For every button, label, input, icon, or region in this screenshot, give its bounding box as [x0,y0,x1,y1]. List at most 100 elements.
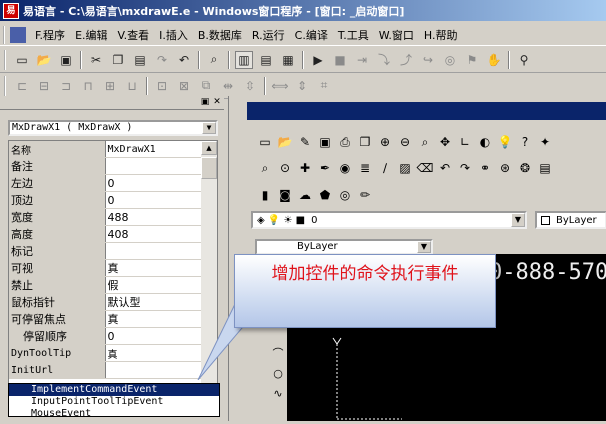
cad-erase-icon[interactable]: ⌫ [416,159,434,177]
redo-icon[interactable]: ↷ [153,51,171,69]
cad-cross-icon[interactable]: ✚ [296,159,314,177]
same-size-icon[interactable]: ⧉ [197,77,215,95]
menu-tools[interactable]: T.工具 [333,27,374,43]
layer-combo[interactable]: ◈ 💡 ☀ ■ 0 ▼ [251,211,527,229]
property-value[interactable]: 真 [105,259,203,278]
property-value[interactable]: 0 [105,174,203,193]
grid-icon[interactable]: ⌗ [315,77,333,95]
property-row[interactable]: 可停留焦点真 [9,310,203,329]
cad-camera-icon[interactable]: ◙ [276,186,294,204]
property-row[interactable]: 标记 [9,242,203,261]
property-row[interactable]: 宽度 488 [9,208,203,227]
cut-icon[interactable]: ✂ [87,51,105,69]
align-left-icon[interactable]: ⊏ [13,77,31,95]
undo-icon[interactable]: ↶ [175,51,193,69]
event-option[interactable]: InputPointToolTipEvent [9,396,219,408]
cad-image-icon[interactable]: ▨ [396,159,414,177]
property-value[interactable]: 408 [105,225,203,244]
cad-arc-icon[interactable]: ⌒ [270,346,286,362]
property-value[interactable] [105,242,203,261]
menu-help[interactable]: H.帮助 [419,27,463,43]
cad-move-icon[interactable]: ✥ [436,133,454,151]
save-icon[interactable]: ▣ [57,51,75,69]
center-v-icon[interactable]: ⇳ [241,77,259,95]
property-row[interactable]: DynToolTip 真 [9,344,203,363]
cad-shape-icon[interactable]: ⬟ [316,186,334,204]
cad-zoom-icon[interactable]: ⊛ [496,159,514,177]
layout2-icon[interactable]: ▤ [257,51,275,69]
object-selector[interactable]: MxDrawX1 ( MxDrawX ) ▼ [8,120,218,136]
menu-insert[interactable]: I.插入 [154,27,193,43]
cad-new-icon[interactable]: ▭ [256,133,274,151]
cad-zoom-out-icon[interactable]: ⊖ [396,133,414,151]
close-icon[interactable]: ✕ [212,96,222,108]
event-option[interactable]: MouseEvent [9,408,219,416]
cad-layers-icon[interactable]: ≣ [356,159,374,177]
cad-ucs-icon[interactable]: ∟ [456,133,474,151]
cad-target-icon[interactable]: ◎ [336,186,354,204]
color-combo[interactable]: ByLayer [535,211,606,229]
cad-open-icon[interactable]: 📂 [276,133,294,151]
property-value[interactable] [105,361,203,380]
cad-redo-icon[interactable]: ↷ [456,159,474,177]
property-row[interactable]: 高度 408 [9,225,203,244]
same-width-icon[interactable]: ⊡ [153,77,171,95]
same-height-icon[interactable]: ⊠ [175,77,193,95]
cad-bulb-icon[interactable]: 💡 [496,133,514,151]
cad-find-icon[interactable]: ⌕ [256,159,274,177]
run-icon[interactable]: ▶ [309,51,327,69]
chevron-down-icon[interactable]: ▼ [417,241,431,253]
property-row[interactable]: 禁止假 [9,276,203,295]
property-value[interactable]: MxDrawX1 [105,141,203,159]
cad-join-icon[interactable]: ⚭ [476,159,494,177]
scroll-up-icon[interactable]: ▲ [201,141,217,155]
restore-icon[interactable]: ▣ [200,96,210,108]
property-row[interactable]: InitUrl [9,361,203,380]
cad-light-icon[interactable]: ✦ [536,133,554,151]
align-middle-icon[interactable]: ⊞ [101,77,119,95]
step-icon[interactable]: ⇥ [353,51,371,69]
cad-line-icon[interactable]: ∕ [376,159,394,177]
property-row[interactable]: 可视真 [9,259,203,278]
cad-color-icon[interactable]: ❂ [516,159,534,177]
step-over-icon[interactable]: ↪ [419,51,437,69]
menu-edit[interactable]: E.编辑 [70,27,112,43]
cad-print-icon[interactable]: ⎙ [336,133,354,151]
cad-pan-icon[interactable]: ◐ [476,133,494,151]
cad-magnify-icon[interactable]: ⊙ [276,159,294,177]
event-option[interactable]: ImplementCommandEvent [9,384,219,396]
events-dropdown-list[interactable]: ImplementCommandEvent InputPointToolTipEv… [8,383,220,417]
chevron-down-icon[interactable]: ▼ [202,122,216,134]
cad-undo-icon[interactable]: ↶ [436,159,454,177]
menu-program[interactable]: F.程序 [30,27,70,43]
center-h-icon[interactable]: ⇹ [219,77,237,95]
align-bottom-icon[interactable]: ⊔ [123,77,141,95]
copy-icon[interactable]: ❐ [109,51,127,69]
property-value[interactable]: 假 [105,276,203,295]
cad-help-icon[interactable]: ? [516,133,534,151]
property-value[interactable]: 真 [105,344,203,363]
property-row[interactable]: 顶边 0 [9,191,203,210]
cad-pencil-icon[interactable]: ✏ [356,186,374,204]
property-value[interactable]: 真 [105,310,203,329]
property-row[interactable]: 左边 0 [9,174,203,193]
cad-zoom-in-icon[interactable]: ⊕ [376,133,394,151]
hand-icon[interactable]: ✋ [485,51,503,69]
align-right-icon[interactable]: ⊐ [57,77,75,95]
breakpoint-icon[interactable]: ◎ [441,51,459,69]
align-center-icon[interactable]: ⊟ [35,77,53,95]
cad-save-icon[interactable]: ▣ [316,133,334,151]
property-row[interactable]: 名称 MxDrawX1 [9,141,203,159]
debug-icon[interactable]: ⚑ [463,51,481,69]
align-top-icon[interactable]: ⊓ [79,77,97,95]
cad-cloud-icon[interactable]: ☁ [296,186,314,204]
property-value[interactable]: 0 [105,327,203,346]
cad-window-icon[interactable]: ❐ [356,133,374,151]
space-h-icon[interactable]: ⟺ [271,77,289,95]
step-out-icon[interactable]: ⤴ [397,51,415,69]
cad-circle-icon[interactable]: ○ [270,366,286,382]
stop-icon[interactable]: ■ [331,51,349,69]
open-icon[interactable]: 📂 [35,51,53,69]
find-icon[interactable]: ⌕ [205,51,223,69]
menu-window[interactable]: W.窗口 [374,27,419,43]
